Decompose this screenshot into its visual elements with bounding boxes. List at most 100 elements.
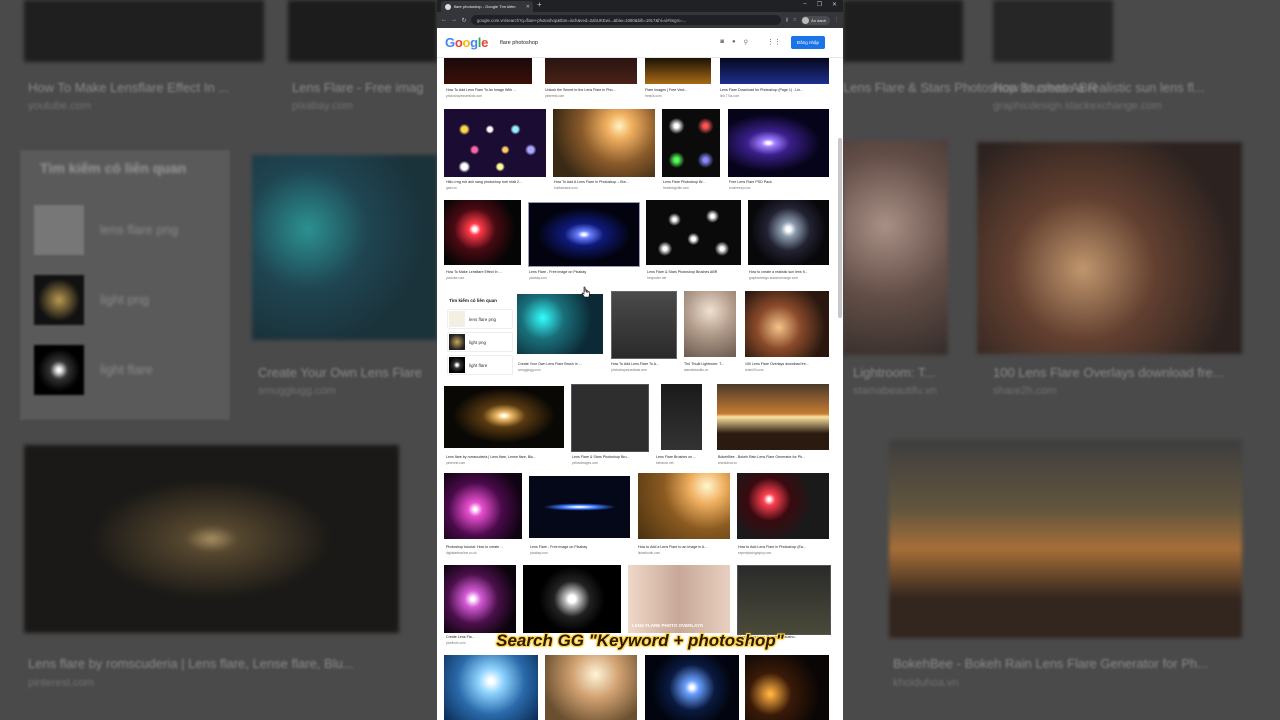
result-caption[interactable]: How To Make Lensflare Effect In ... — [446, 270, 524, 274]
result-caption[interactable]: Free Lens Flare PSD Pack — [729, 180, 829, 184]
result-image[interactable] — [737, 565, 831, 635]
search-icon[interactable]: ⚲ — [744, 39, 748, 46]
key-icon[interactable]: ⚷ — [785, 17, 789, 23]
bg-related-item: lens flare png — [100, 222, 179, 237]
result-caption[interactable]: 100 Lens Flare Overlays download fre... — [745, 362, 831, 366]
browser-tab[interactable]: flare photoshop - Google Tìm kiếm ✕ — [441, 1, 533, 12]
result-image[interactable] — [545, 58, 637, 84]
back-icon[interactable]: ← — [441, 17, 447, 23]
result-image[interactable] — [720, 58, 829, 84]
bg-caption: How To Make Lensflare Effect In ... — [28, 80, 230, 95]
result-image[interactable] — [728, 109, 829, 177]
bg-image — [843, 140, 948, 355]
result-caption[interactable]: How to Add Lens Flare in Photoshop (Ea..… — [738, 545, 830, 549]
result-overlay-label: LENS FLARE PHOTO OVERLAYS — [632, 623, 704, 628]
result-image[interactable] — [545, 655, 637, 720]
result-image[interactable] — [745, 655, 829, 720]
result-image[interactable] — [646, 200, 741, 265]
result-caption[interactable]: BokehBee - Bokeh Rain Lens Flare Generat… — [718, 455, 830, 459]
related-search-item[interactable]: lens flare png — [447, 309, 513, 329]
result-image[interactable] — [661, 384, 702, 450]
result-caption[interactable]: Lens Flare - Free image on Pixabay — [530, 545, 630, 549]
new-tab-button[interactable]: + — [537, 0, 542, 9]
bg-image — [993, 0, 1113, 62]
result-caption[interactable]: How To Add A Lens Flare In Photoshop – B… — [554, 180, 654, 184]
result-caption[interactable]: Lens Flare & Stars Photoshop Bru... — [572, 455, 648, 459]
result-caption[interactable]: Photoshop tutorial: How to create ... — [446, 545, 526, 549]
bg-image — [288, 0, 437, 62]
result-image[interactable] — [517, 294, 603, 354]
bg-image — [889, 440, 1242, 638]
result-image[interactable] — [444, 58, 532, 84]
result-image[interactable] — [662, 109, 720, 177]
result-caption[interactable]: Lens Flare & Stars Photoshop Brushes ABR — [647, 270, 742, 274]
result-image[interactable] — [684, 291, 736, 357]
related-searches-title: Tìm kiếm có liên quan — [449, 298, 497, 303]
result-image[interactable] — [645, 58, 711, 84]
result-image[interactable] — [528, 202, 640, 267]
camera-icon[interactable]: ◙ — [720, 39, 724, 46]
result-image[interactable] — [529, 476, 630, 538]
apps-grid-icon[interactable]: ⋮⋮ — [767, 38, 781, 46]
related-label: light png — [469, 339, 487, 345]
related-search-item[interactable]: light flare — [447, 355, 513, 375]
result-caption[interactable]: Lens Flare Photoshop Br... — [663, 180, 721, 184]
result-caption[interactable]: How To Add Lens Flare To A... — [611, 362, 677, 366]
minimize-button[interactable]: – — [803, 1, 806, 8]
result-source: brusheezy.com — [729, 186, 751, 190]
forward-icon[interactable]: → — [451, 17, 457, 23]
related-label: light flare — [469, 362, 488, 368]
mic-icon[interactable]: ● — [732, 39, 736, 46]
related-search-item[interactable]: light png — [447, 332, 513, 352]
result-image[interactable] — [444, 473, 522, 539]
result-caption[interactable]: Lens flare by romscuderia | Lens flare, … — [446, 455, 564, 459]
result-image[interactable] — [523, 565, 621, 633]
reload-icon[interactable]: ↻ — [461, 17, 467, 24]
result-caption[interactable]: Lens Flare - Free image on Pixabay — [529, 270, 637, 274]
result-image[interactable] — [748, 200, 829, 265]
incognito-profile-button[interactable]: Ẩn danh — [801, 15, 830, 25]
result-caption[interactable]: How to Add a Lens Flare to an Image in A… — [638, 545, 730, 549]
result-caption[interactable]: How To Add Lens Flare To An Image With .… — [446, 88, 538, 92]
result-image[interactable] — [444, 200, 521, 265]
result-image[interactable] — [444, 386, 564, 448]
scrollbar[interactable] — [838, 138, 842, 318]
result-source: photoshopessentials.com — [611, 368, 647, 372]
search-box[interactable]: flare photoshop ◙ ● ⚲ — [500, 36, 748, 50]
menu-icon[interactable]: ⋮ — [834, 17, 839, 23]
result-caption[interactable]: Create Your Own Lens Flare Brush In ... — [518, 362, 604, 366]
result-caption[interactable]: Thủ Thuật Lightroom: T... — [684, 362, 738, 366]
result-caption[interactable]: Lens Flare Brushes on ... — [656, 455, 712, 459]
bg-caption: How to create a realistic sun lens fl... — [993, 80, 1205, 95]
close-window-button[interactable]: ✕ — [832, 1, 837, 8]
maximize-button[interactable]: ❐ — [817, 1, 822, 8]
result-image[interactable] — [571, 384, 649, 452]
result-image[interactable] — [645, 655, 739, 720]
bg-image — [252, 155, 437, 340]
google-logo[interactable]: Google — [445, 35, 488, 50]
result-caption[interactable]: Hiệu ứng mờ ánh sáng photoshop mới nhất … — [446, 180, 546, 184]
result-image[interactable] — [638, 473, 730, 539]
result-image[interactable] — [717, 384, 829, 450]
result-image[interactable] — [745, 291, 829, 357]
bg-caption: Create Your Own Lens Flare — [258, 365, 423, 380]
result-image[interactable] — [737, 473, 829, 539]
result-image[interactable] — [444, 655, 538, 720]
url-field[interactable]: google.com.vn/search?q=flare+photoshop&t… — [471, 15, 781, 25]
tab-close-icon[interactable]: ✕ — [526, 4, 530, 10]
related-thumb — [449, 311, 465, 327]
result-caption[interactable]: Unlock the Secret to the Lens Flare in P… — [545, 88, 637, 92]
result-source: pinterest.com — [446, 461, 466, 465]
result-image[interactable] — [444, 565, 516, 633]
search-input[interactable]: flare photoshop — [500, 40, 720, 46]
sign-in-button[interactable]: Đăng nhập — [790, 36, 825, 49]
result-caption[interactable]: How to create a realistic sun lens fl... — [749, 270, 831, 274]
result-image[interactable] — [611, 291, 677, 359]
result-caption[interactable]: Lens Flare Download for Photoshop (Page … — [720, 88, 830, 92]
result-source: behance.net — [656, 461, 674, 465]
star-icon[interactable]: ☆ — [793, 17, 797, 23]
result-caption[interactable]: Flare Images | Free Vect... — [645, 88, 711, 92]
result-image[interactable] — [444, 109, 546, 177]
result-source: khoiduhoa.vn — [718, 461, 737, 465]
result-image[interactable] — [553, 109, 655, 177]
